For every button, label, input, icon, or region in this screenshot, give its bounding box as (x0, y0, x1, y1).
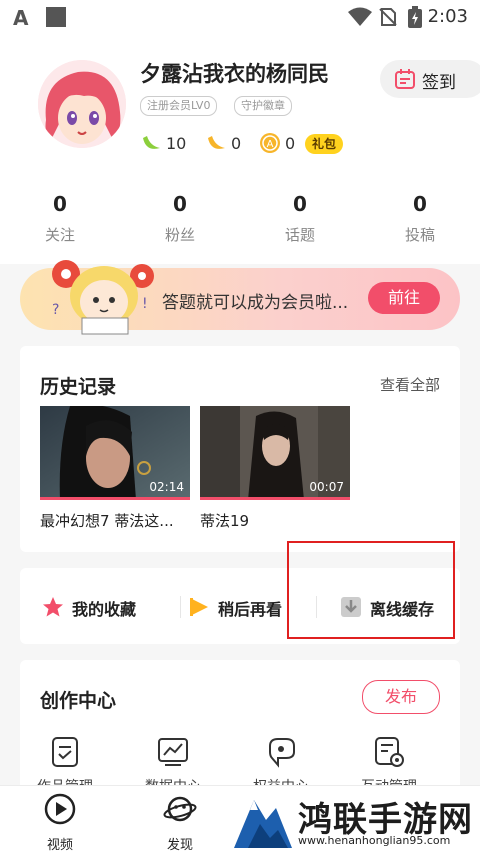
topics-count: 0 (293, 192, 307, 216)
tab-video-label: 视频 (46, 838, 73, 853)
stats-row: 0 关注 0 粉丝 0 话题 0 投稿 (0, 192, 480, 252)
highlight-annotation-box (287, 541, 455, 639)
play-clock-icon (190, 598, 208, 616)
video-duration: 00:07 (309, 480, 344, 494)
site-watermark: 鸿联手游网 www.henanhonglian95.com (232, 790, 480, 853)
history-video-thumbnail[interactable]: 00:07 (200, 406, 350, 500)
submissions-count: 0 (413, 192, 427, 216)
watch-progress-bar (200, 497, 350, 500)
banana-icon (143, 136, 160, 149)
stat-topics[interactable]: 0 话题 (260, 192, 340, 245)
banner-text: 答题就可以成为会员啦... (162, 293, 349, 313)
following-label: 关注 (44, 226, 75, 244)
publish-button[interactable]: 发布 (362, 680, 440, 714)
stat-submissions[interactable]: 0 投稿 (380, 192, 460, 245)
history-video-thumbnail[interactable]: 02:14 (40, 406, 190, 500)
watch-later-button[interactable]: 稍后再看 (188, 596, 282, 619)
banana-balance[interactable]: 10 (140, 132, 186, 156)
mascot-illustration: ? ! (52, 260, 154, 335)
watermark-logo-icon (234, 800, 292, 848)
data-center-button[interactable]: 数据中心 (128, 736, 218, 795)
a-coin-icon: A (260, 133, 280, 153)
banner-go-button[interactable]: 前往 (368, 282, 440, 314)
guard-badge[interactable]: 守护徽章 (234, 96, 292, 116)
tab-discover-label: 发现 (166, 838, 193, 853)
quiz-banner[interactable]: ? ! 答题就可以成为会员啦... 前往 (20, 260, 460, 335)
wifi-icon (348, 7, 372, 26)
svg-text:A: A (267, 139, 274, 150)
avatar[interactable] (38, 60, 126, 148)
notification-icon (46, 7, 66, 27)
interaction-management-button[interactable]: 互动管理 (344, 736, 434, 795)
gold-banana-icon (208, 136, 225, 149)
settings-doc-icon (375, 737, 404, 767)
gift-pack-button[interactable]: 礼包 (305, 134, 344, 154)
history-video-title[interactable]: 最冲幻想7 蒂法这... (40, 510, 174, 531)
svg-text:!: ! (142, 296, 148, 312)
divider (180, 596, 181, 618)
a-coin-balance[interactable]: A 0 (259, 132, 295, 156)
favorites-label: 我的收藏 (72, 600, 137, 619)
member-level-badge[interactable]: 注册会员LV0 (140, 96, 218, 116)
chart-icon (158, 738, 188, 766)
anime-girl-avatar-image (38, 60, 126, 148)
video-duration: 02:14 (149, 480, 184, 494)
stat-following[interactable]: 0 关注 (20, 192, 100, 245)
battery-icon (408, 6, 422, 28)
following-count: 0 (53, 192, 67, 216)
tab-video[interactable]: 视频 (20, 792, 100, 853)
clock: 2:03 (427, 6, 468, 27)
history-card: 历史记录 查看全部 02:14 最冲幻想7 蒂法这... 00:07 蒂法19 (20, 346, 460, 552)
star-icon (43, 597, 63, 617)
document-icon (52, 737, 78, 767)
topics-label: 话题 (284, 226, 315, 244)
video-tab-icon (44, 793, 76, 825)
no-sim-icon (379, 8, 397, 26)
a-coin-count: 0 (285, 134, 296, 153)
rights-center-button[interactable]: 权益中心 (236, 736, 326, 795)
fans-label: 粉丝 (164, 226, 195, 244)
signin-label: 签到 (422, 73, 456, 93)
profile-section: 夕露沾我衣的杨同民 签到 注册会员LV0 守护徽章 10 0 A 0 礼包 0 … (0, 34, 480, 264)
fans-count: 0 (173, 192, 187, 216)
signin-button[interactable]: 签到 (380, 60, 480, 98)
calendar-icon (395, 69, 415, 89)
history-video-title[interactable]: 蒂法19 (200, 510, 249, 531)
gold-banana-count: 0 (231, 134, 242, 153)
gold-banana-balance[interactable]: 0 (205, 132, 241, 156)
nickname: 夕露沾我衣的杨同民 (140, 62, 329, 86)
svg-text:?: ? (52, 302, 59, 318)
app-launcher-icon: A (13, 6, 29, 30)
banana-count: 10 (166, 134, 187, 153)
tab-discover[interactable]: 发现 (140, 792, 220, 853)
planet-icon (163, 796, 197, 822)
watch-progress-bar (40, 497, 190, 500)
status-bar: A 2:03 (0, 0, 480, 34)
favorites-button[interactable]: 我的收藏 (42, 596, 136, 619)
watch-later-label: 稍后再看 (218, 600, 283, 619)
works-management-button[interactable]: 作品管理 (20, 736, 110, 795)
submissions-label: 投稿 (404, 226, 435, 244)
view-all-link[interactable]: 查看全部 (380, 374, 440, 395)
history-title: 历史记录 (40, 376, 117, 398)
watermark-url: www.henanhonglian95.com (298, 834, 451, 847)
stat-fans[interactable]: 0 粉丝 (140, 192, 220, 245)
rights-icon (269, 738, 295, 768)
create-center-title: 创作中心 (40, 690, 117, 712)
